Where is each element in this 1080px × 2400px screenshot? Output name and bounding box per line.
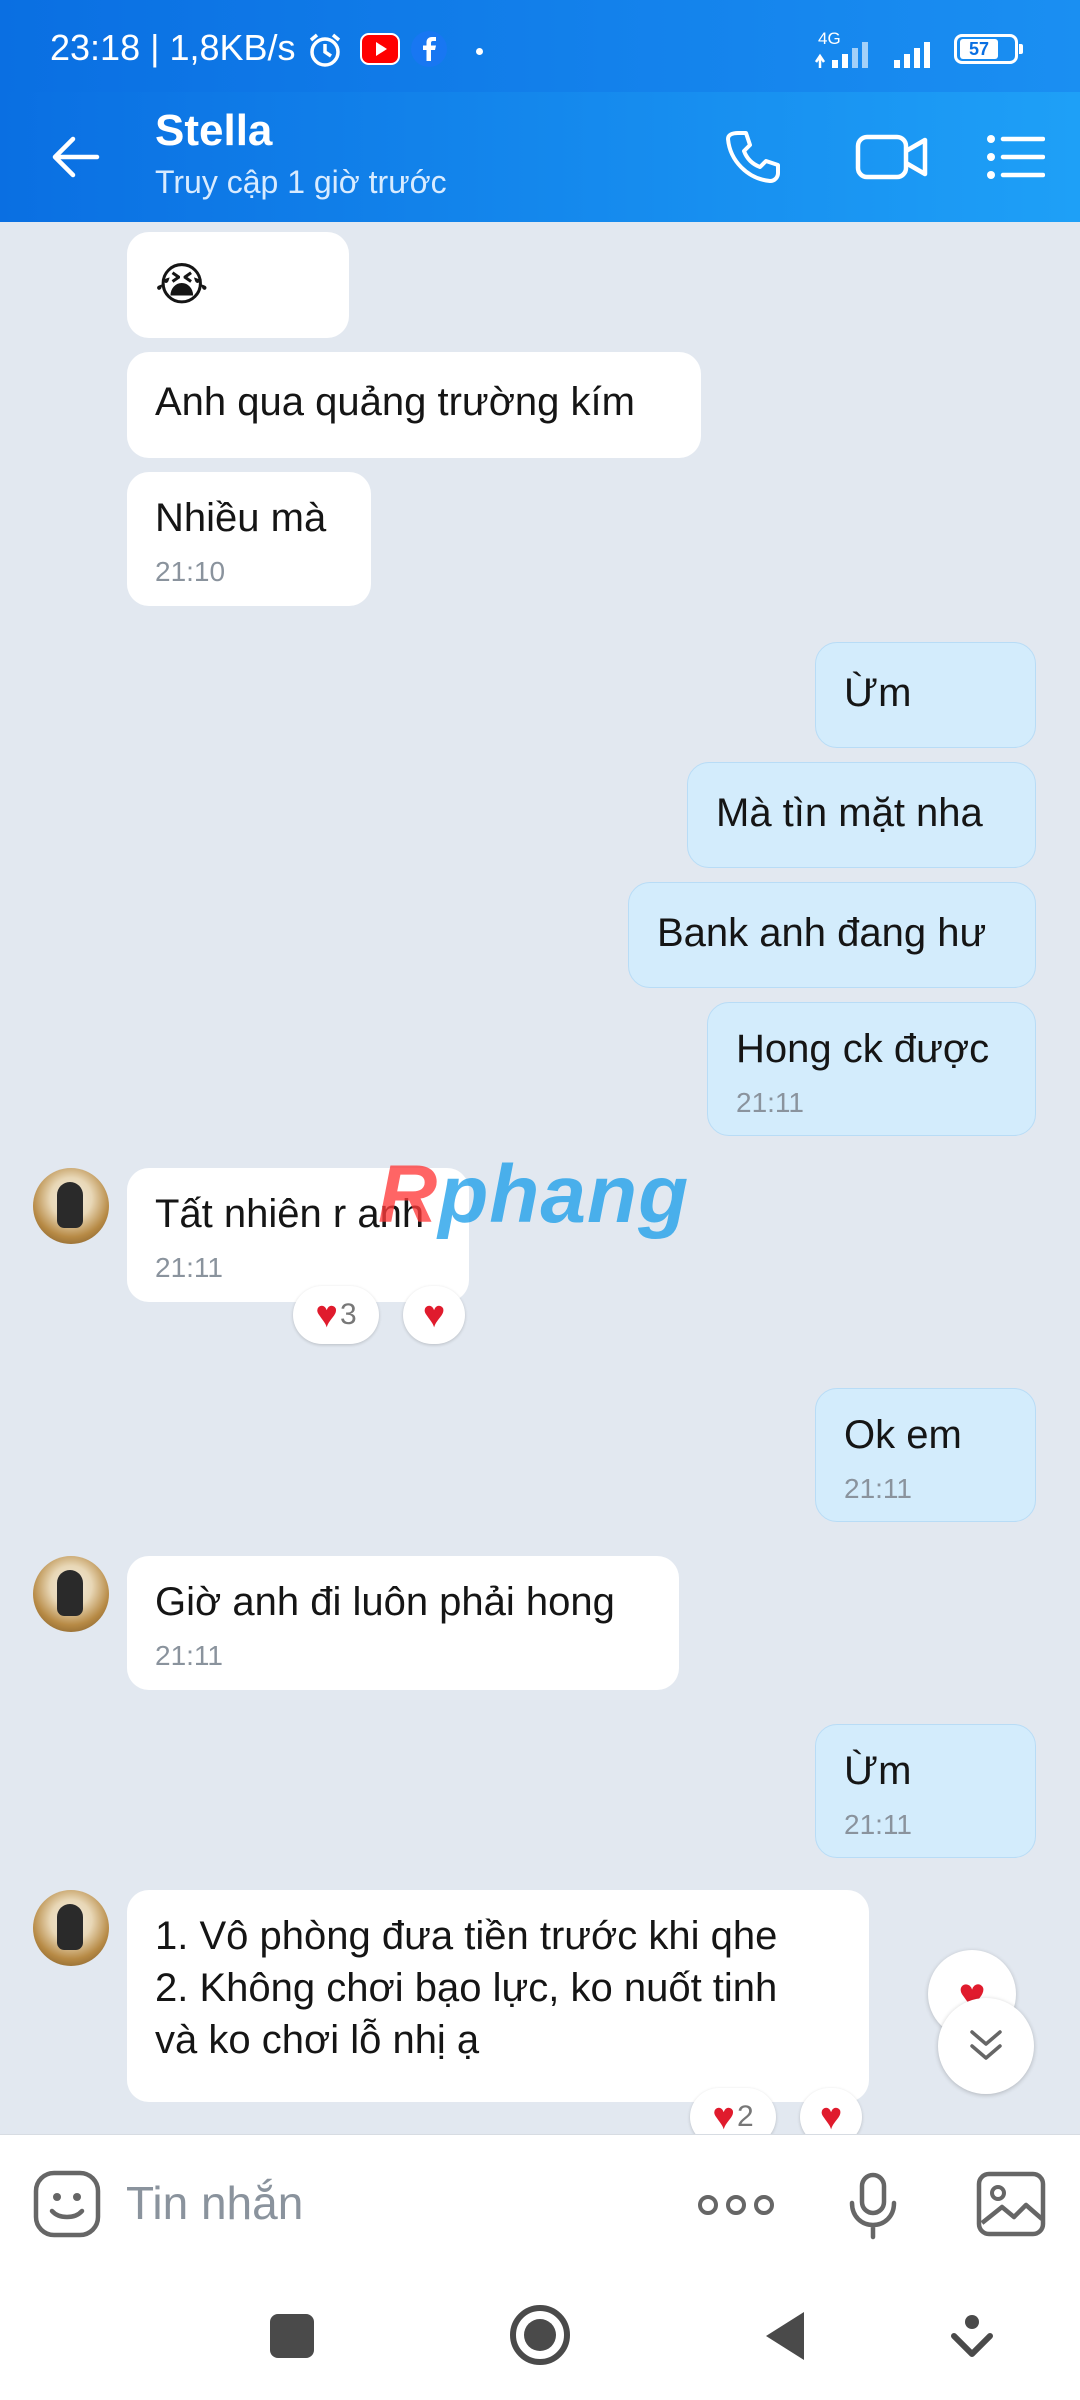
reaction-badge[interactable]: ♥ 2 — [690, 2088, 776, 2134]
phone-icon — [726, 131, 780, 183]
message-time: 21:10 — [155, 556, 226, 587]
avatar[interactable] — [33, 1556, 109, 1632]
message-text: Giờ anh đi luôn phải hong — [155, 1580, 615, 1624]
avatar[interactable] — [33, 1890, 109, 1966]
heart-icon: ♥ — [712, 2096, 735, 2134]
contact-status: Truy cập 1 giờ trước — [155, 164, 447, 200]
heart-icon: ♥ — [315, 1294, 338, 1336]
reaction-count: 2 — [736, 2100, 754, 2133]
facebook-icon — [411, 31, 447, 67]
system-nav-bar — [0, 2272, 1080, 2400]
avatar[interactable] — [33, 1168, 109, 1244]
message-outgoing[interactable]: Bank anh đang hư — [628, 882, 1036, 988]
message-time: 21:11 — [736, 1087, 804, 1118]
contact-name[interactable]: Stella — [155, 106, 272, 156]
message-outgoing[interactable]: Ok em 21:11 — [815, 1388, 1036, 1522]
message-text: Ừm — [844, 1749, 912, 1793]
back-arrow-icon — [52, 136, 100, 178]
menu-list-icon — [987, 135, 1045, 179]
message-text: Ừm — [844, 671, 912, 715]
message-outgoing[interactable]: Mà tìn mặt nha — [687, 762, 1036, 868]
react-heart-button[interactable]: ♥ — [800, 2088, 862, 2134]
battery-level: 57 — [960, 39, 998, 59]
react-heart-button[interactable]: ♥ — [403, 1286, 465, 1344]
reaction-badge[interactable]: ♥ 3 — [293, 1286, 379, 1344]
message-text: Mà tìn mặt nha — [716, 791, 983, 835]
message-text: 😭 — [155, 258, 209, 310]
signal-4g-icon — [814, 42, 868, 68]
reaction-count: 3 — [339, 1298, 357, 1331]
message-text: Ok em — [844, 1413, 962, 1457]
message-incoming[interactable]: Nhiều mà 21:10 — [127, 472, 371, 606]
watermark-rest: phang — [438, 1149, 690, 1240]
message-incoming[interactable]: 😭 — [127, 232, 349, 338]
sticker-button[interactable] — [32, 2169, 102, 2239]
home-button[interactable] — [510, 2305, 570, 2365]
message-incoming[interactable]: Anh qua quảng trường kím — [127, 352, 701, 458]
scroll-to-bottom-button[interactable] — [938, 1998, 1034, 2094]
alarm-icon — [309, 33, 341, 67]
message-time: 21:11 — [844, 1473, 912, 1504]
message-time: 21:11 — [155, 1252, 223, 1283]
more-options-button[interactable] — [696, 2185, 776, 2225]
message-outgoing[interactable]: Hong ck được 21:11 — [707, 1002, 1036, 1136]
watermark: Rphang — [378, 1150, 689, 1240]
message-text: Bank anh đang hư — [657, 911, 987, 955]
image-icon — [976, 2171, 1046, 2237]
message-outgoing[interactable]: Ừm 21:11 — [815, 1724, 1036, 1858]
signal-icon — [894, 42, 930, 68]
back-button[interactable] — [30, 92, 120, 222]
more-dots-icon — [698, 2195, 774, 2215]
message-input[interactable] — [126, 2175, 646, 2231]
message-time: 21:11 — [155, 1640, 223, 1671]
heart-icon: ♥ — [819, 2096, 843, 2134]
heart-icon: ♥ — [422, 1294, 446, 1336]
microphone-icon — [849, 2172, 897, 2240]
watermark-first: R — [378, 1149, 439, 1240]
chat-header: Stella Truy cập 1 giờ trước — [0, 92, 1080, 222]
gallery-button[interactable] — [976, 2171, 1046, 2237]
voice-button[interactable] — [848, 2171, 898, 2241]
composer — [0, 2134, 1080, 2273]
message-text: Anh qua quảng trường kím — [155, 380, 635, 424]
video-call-button[interactable] — [842, 92, 942, 222]
message-incoming[interactable]: 1. Vô phòng đưa tiền trước khi qhe 2. Kh… — [127, 1890, 869, 2102]
voice-call-button[interactable] — [712, 92, 792, 222]
youtube-icon — [360, 33, 400, 65]
chevron-double-down-icon — [970, 2030, 1002, 2060]
notification-dot — [476, 48, 483, 55]
message-text: Hong ck được — [736, 1027, 990, 1071]
recent-apps-button[interactable] — [270, 2314, 314, 2358]
back-button-nav[interactable] — [760, 2308, 810, 2364]
nav-expand-icon[interactable] — [950, 2312, 994, 2360]
message-text: 1. Vô phòng đưa tiền trước khi qhe 2. Kh… — [155, 1914, 778, 2062]
message-time: 21:11 — [844, 1809, 912, 1840]
battery-icon: 57 — [954, 34, 1023, 64]
sticker-icon — [33, 2170, 101, 2238]
message-outgoing[interactable]: Ừm — [815, 642, 1036, 748]
video-call-icon — [855, 134, 928, 180]
message-text: Nhiều mà — [155, 496, 327, 540]
message-incoming[interactable]: Giờ anh đi luôn phải hong 21:11 — [127, 1556, 679, 1690]
status-bar: 23:18 | 1,8KB/s 4G 57 — [0, 0, 1080, 92]
menu-button[interactable] — [975, 92, 1055, 222]
status-time: 23:18 | 1,8KB/s — [50, 27, 296, 68]
